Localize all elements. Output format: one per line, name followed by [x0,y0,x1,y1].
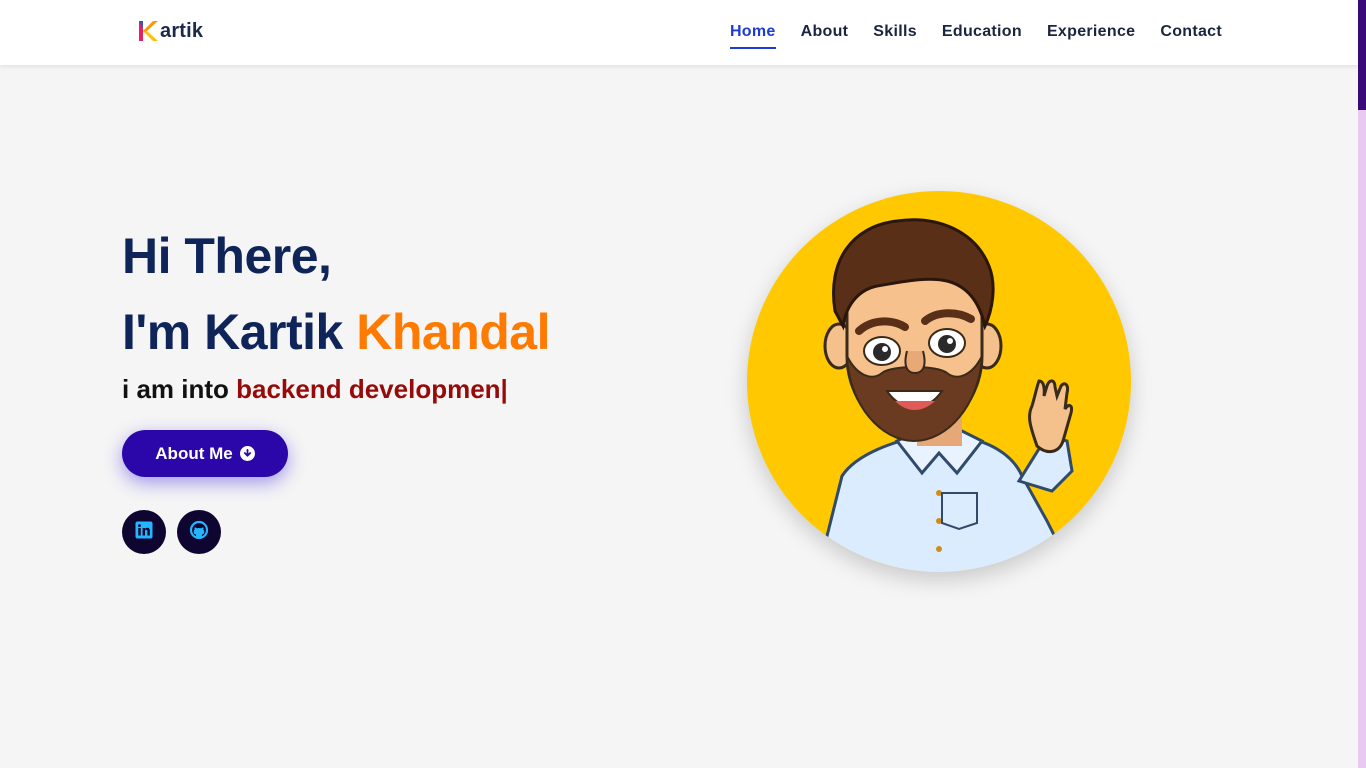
github-icon [189,520,209,545]
hero-intro-prefix: I'm Kartik [122,304,357,360]
linkedin-button[interactable] [122,510,166,554]
nav-home[interactable]: Home [729,17,776,49]
hero-subtitle-prefix: i am into [122,374,237,404]
hero-greeting: Hi There, [122,228,332,284]
avatar [747,191,1131,572]
nav-about[interactable]: About [801,17,849,49]
hero-subtitle: i am into backend developmen| [122,374,508,405]
hero-title: Hi There, I'm Kartik Khandal [122,218,550,370]
linkedin-icon [135,521,153,544]
github-button[interactable] [177,510,221,554]
site-header: artik Home About Skills Education Experi… [0,0,1358,65]
logo[interactable]: artik [137,16,203,46]
nav-skills[interactable]: Skills [873,17,917,49]
nav-contact[interactable]: Contact [1160,17,1222,49]
logo-text: artik [160,19,204,42]
about-me-button[interactable]: About Me [122,430,288,477]
main-nav: Home About Skills Education Experience C… [729,0,1222,65]
nav-experience[interactable]: Experience [1047,17,1135,49]
nav-education[interactable]: Education [942,17,1022,49]
hero-intro-accent: Khandal [356,304,550,360]
logo-k-icon [137,19,159,43]
scrollbar[interactable] [1358,0,1366,768]
arrow-circle-down-icon [239,446,255,461]
scrollbar-thumb[interactable] [1358,0,1366,110]
social-links [122,510,221,554]
cartoon-avatar-icon [747,218,1131,572]
about-me-label: About Me [155,443,233,463]
hero-typed-text: backend developmen| [236,374,508,404]
